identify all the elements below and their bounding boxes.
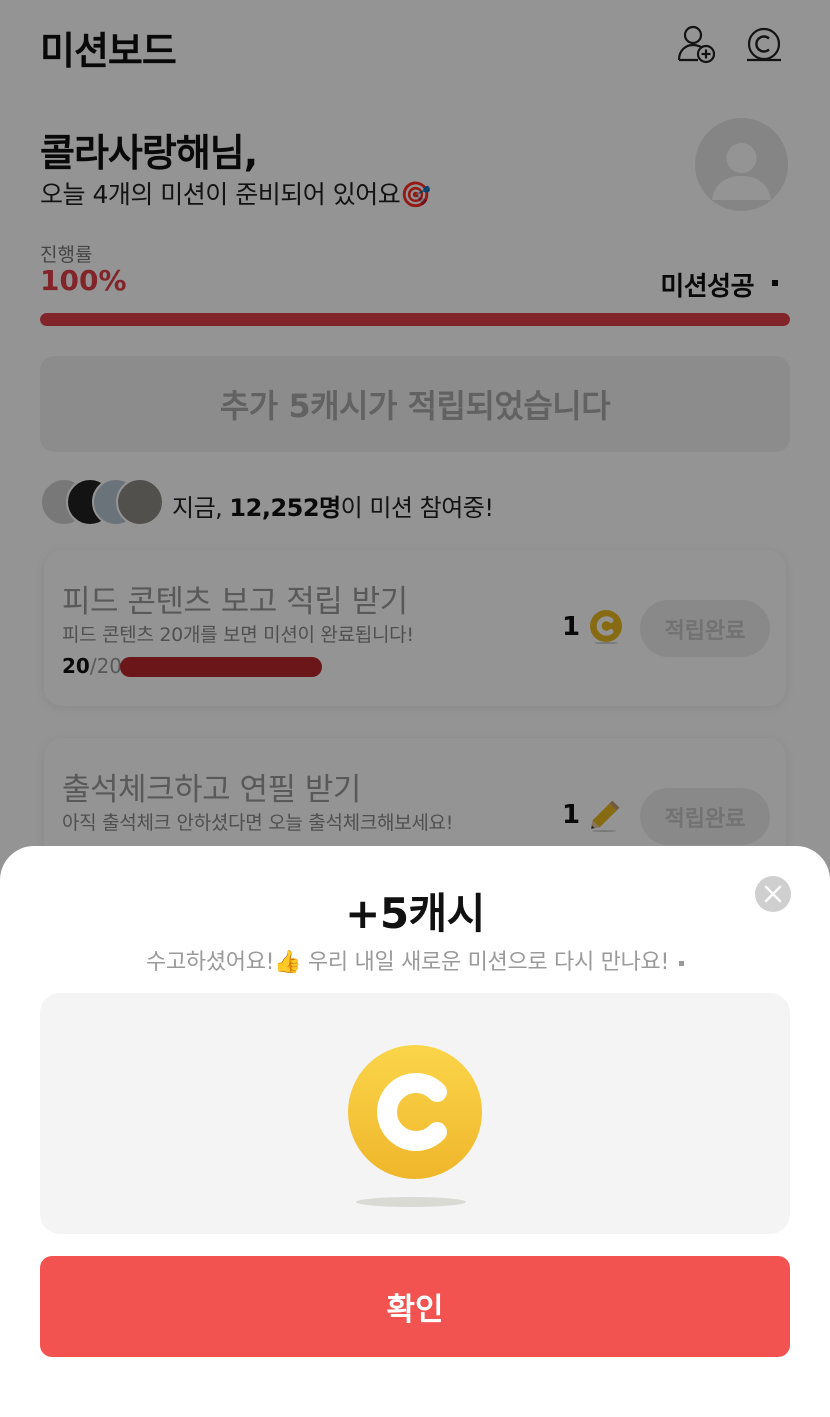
status-dot <box>678 960 684 966</box>
cash-coin-icon <box>348 1045 482 1179</box>
coin-shadow <box>356 1197 466 1207</box>
sheet-title: +5캐시 <box>345 889 485 938</box>
confirm-button[interactable]: 확인 <box>40 1256 790 1357</box>
reward-bottom-sheet: +5캐시 수고하셨어요!👍 우리 내일 새로운 미션으로 다시 만나요! 확인 <box>0 846 830 1417</box>
reward-display <box>40 993 790 1234</box>
close-button[interactable] <box>755 876 791 912</box>
close-icon <box>764 885 782 903</box>
sheet-subtitle-text: 수고하셨어요!👍 우리 내일 새로운 미션으로 다시 만나요! <box>146 950 669 975</box>
sheet-subtitle: 수고하셨어요!👍 우리 내일 새로운 미션으로 다시 만나요! <box>0 944 830 976</box>
